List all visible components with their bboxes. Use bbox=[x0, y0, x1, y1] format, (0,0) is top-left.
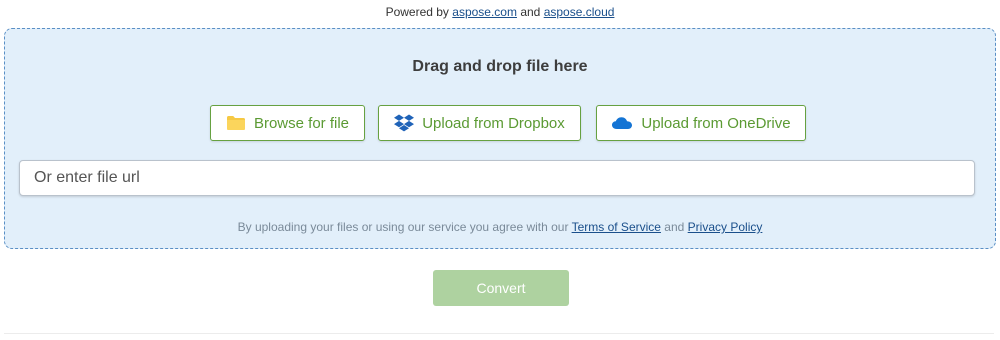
onedrive-icon bbox=[611, 116, 633, 130]
browse-file-button[interactable]: Browse for file bbox=[210, 105, 365, 141]
divider bbox=[4, 333, 994, 334]
terms-of-service-link[interactable]: Terms of Service bbox=[572, 220, 661, 234]
powered-by-prefix: Powered by bbox=[385, 5, 449, 19]
upload-onedrive-button[interactable]: Upload from OneDrive bbox=[596, 105, 806, 141]
file-dropzone[interactable]: Drag and drop file here Browse for file … bbox=[4, 28, 996, 249]
powered-by-line: Powered by aspose.com and aspose.cloud bbox=[0, 5, 1000, 19]
privacy-policy-link[interactable]: Privacy Policy bbox=[688, 220, 763, 234]
upload-dropbox-label: Upload from Dropbox bbox=[422, 114, 565, 132]
terms-text: By uploading your files or using our ser… bbox=[237, 220, 569, 234]
file-url-input[interactable] bbox=[19, 160, 975, 196]
aspose-com-link[interactable]: aspose.com bbox=[452, 5, 517, 19]
aspose-cloud-link[interactable]: aspose.cloud bbox=[544, 5, 615, 19]
upload-onedrive-label: Upload from OneDrive bbox=[641, 114, 791, 132]
convert-button[interactable]: Convert bbox=[433, 270, 569, 306]
dropbox-icon bbox=[394, 114, 415, 132]
dropzone-title: Drag and drop file here bbox=[412, 58, 588, 75]
folder-icon bbox=[226, 115, 246, 131]
terms-notice: By uploading your files or using our ser… bbox=[5, 220, 995, 234]
upload-dropbox-button[interactable]: Upload from Dropbox bbox=[378, 105, 581, 141]
terms-and: and bbox=[664, 220, 685, 234]
browse-file-label: Browse for file bbox=[253, 114, 350, 132]
powered-by-and: and bbox=[520, 5, 541, 19]
